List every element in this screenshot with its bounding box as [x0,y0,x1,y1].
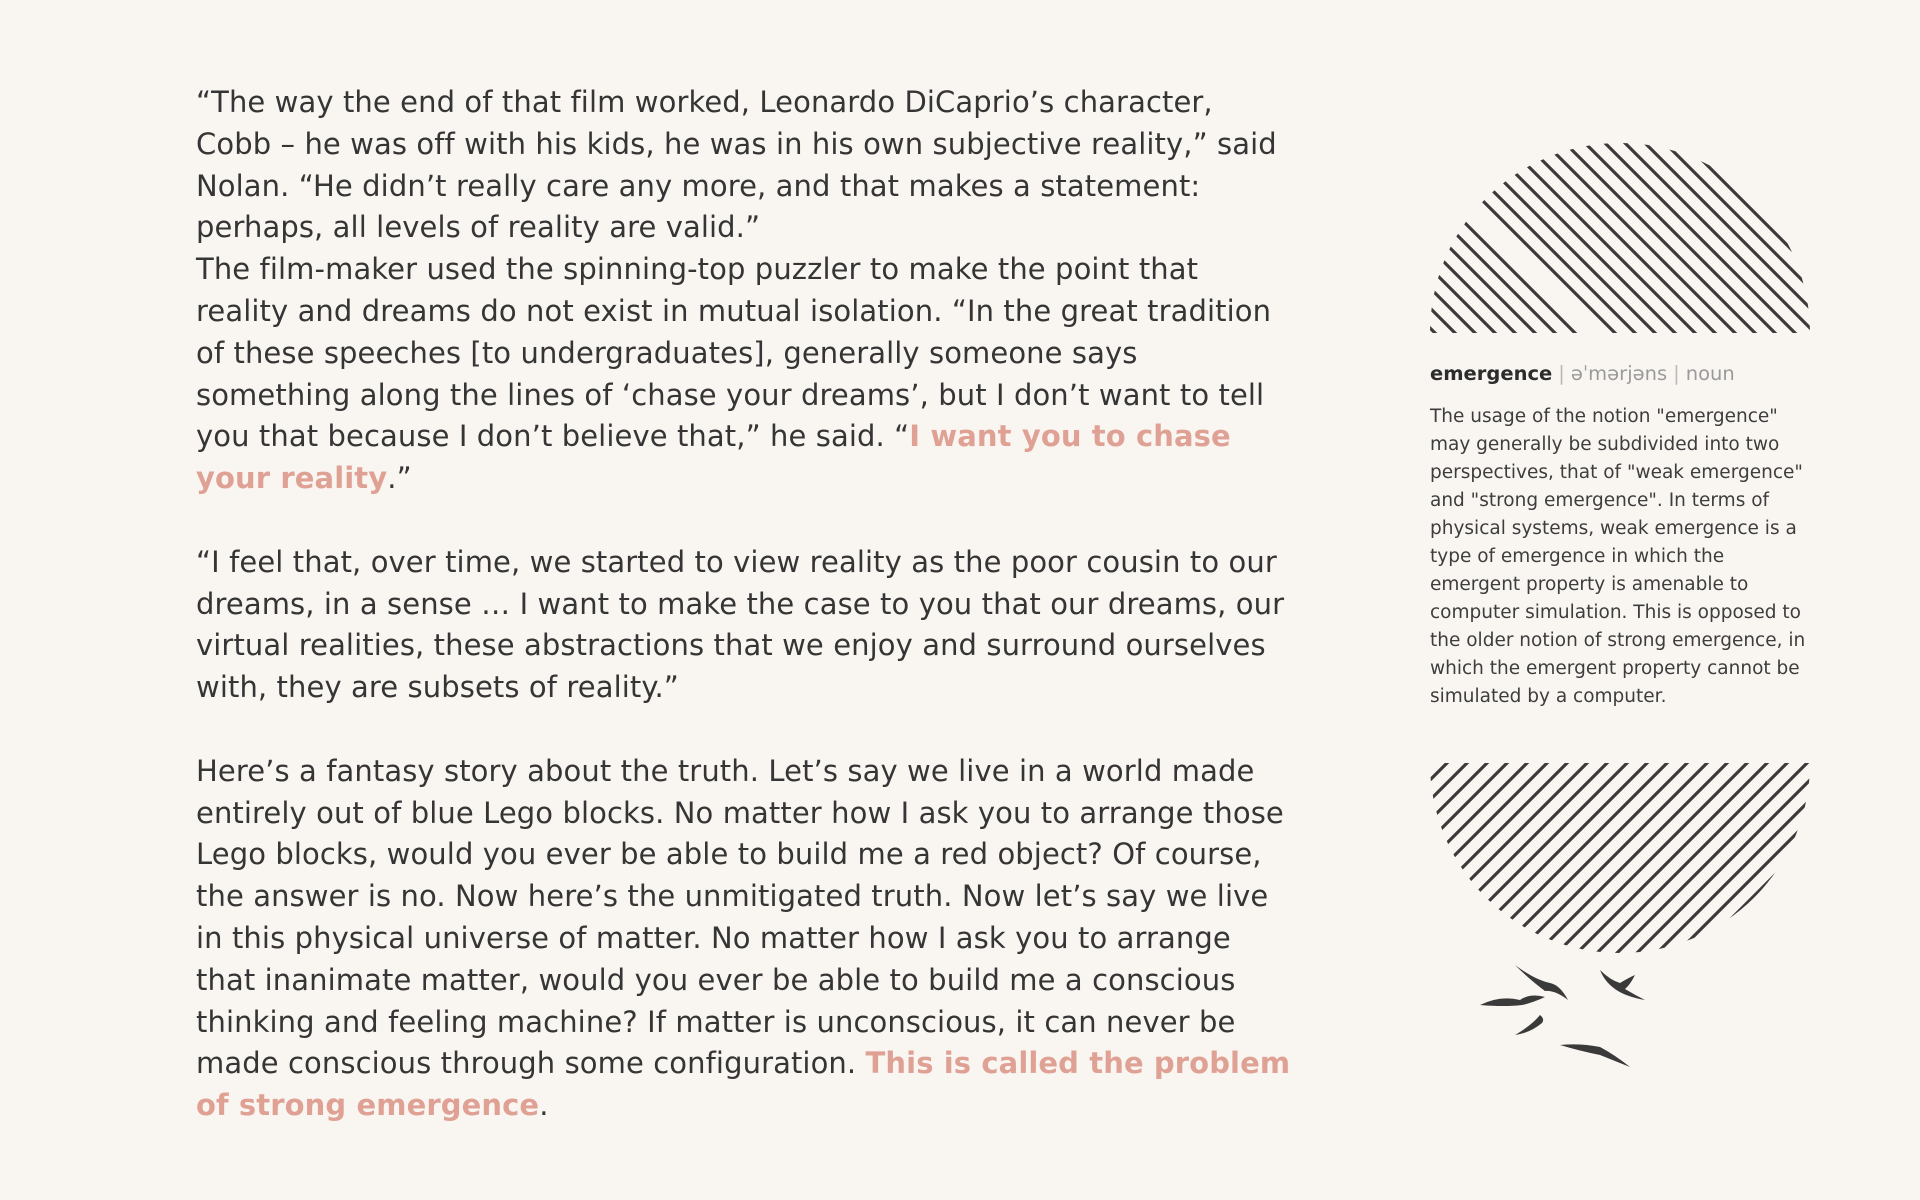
paragraph-text-end: . [539,1088,549,1123]
definition-sidebar: emergence | əˈmərjəns | noun The usage of th… [1430,0,1810,1200]
definition-text: The usage of the notion "emergence" may … [1430,406,1806,707]
paragraph-chase-reality: The film-maker used the spinning-top puz… [196,249,1296,500]
quote-paragraph-dreams: “I feel that, over time, we started to v… [196,544,1285,705]
paragraph-text-end: .” [387,461,412,496]
quote-paragraph-nolan: “The way the end of that film worked, Le… [196,85,1277,245]
definition-separator: | [1558,362,1565,385]
definition-term: emergence [1430,362,1553,385]
definition-heading: emergence | əˈmərjəns | noun [1430,360,1830,388]
paragraph-lego-story: Here’s a fantasy story about the truth. … [196,751,1296,1127]
definition-part-of-speech: noun [1685,362,1735,385]
paragraph-text: Here’s a fantasy story about the truth. … [196,753,1284,1081]
flying-birds-icon [1480,965,1645,1067]
hatched-semicircle-bottom-icon [1430,763,1810,953]
definition-separator: | [1673,362,1680,385]
article-body: “The way the end of that film worked, Le… [196,82,1296,1127]
hatched-semicircle-top-icon [1430,143,1810,333]
definition-pronunciation: əˈmərjəns [1570,362,1668,385]
